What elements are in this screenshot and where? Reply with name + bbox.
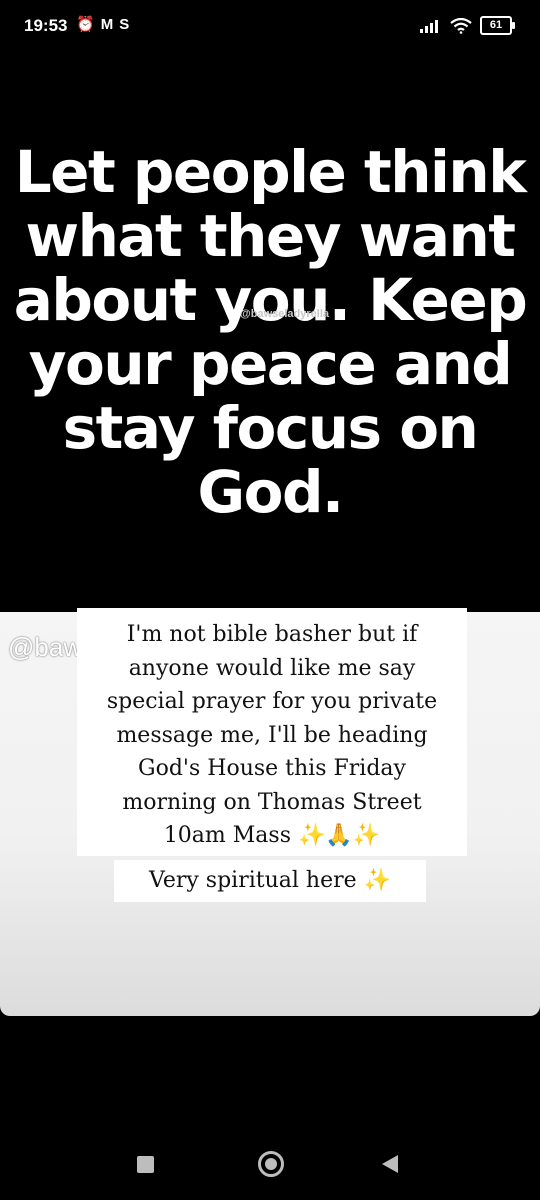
message-line: 10am Mass ✨🙏✨ — [163, 823, 381, 848]
message-line: message me, I'll be heading — [116, 722, 428, 748]
back-icon[interactable] — [382, 1155, 398, 1173]
message-line: special prayer for you private — [106, 689, 438, 714]
signal-icon — [420, 19, 438, 33]
notification-icons: ⏰ M S — [76, 15, 129, 35]
wifi-icon — [450, 17, 472, 34]
quote-line: stay focus on — [62, 394, 479, 462]
status-bar: 19:53 ⏰ M S 61 — [0, 0, 540, 52]
gmail-icon: M — [100, 16, 114, 33]
quote-text: Let people think what they want about yo… — [0, 140, 540, 524]
home-icon[interactable] — [258, 1151, 284, 1177]
message-line: morning on Thomas Street — [122, 789, 422, 815]
quote-image: Let people think what they want about yo… — [0, 60, 540, 612]
alarm-clock-icon: ⏰ — [76, 16, 95, 33]
recent-apps-icon[interactable] — [137, 1156, 154, 1173]
message-line: I'm not bible basher but if — [126, 622, 418, 647]
message-line: God's House this Friday — [138, 756, 406, 781]
quote-line: Let people think — [14, 138, 527, 206]
quote-line: what they want — [25, 202, 516, 270]
navigation-bar — [0, 1130, 540, 1200]
quote-line: God. — [197, 458, 344, 526]
s-app-icon: S — [119, 16, 130, 33]
subtext-box: Very spiritual here ✨ — [114, 860, 426, 902]
message-line: anyone would like me say — [128, 655, 416, 681]
story-watermark: @baw — [8, 632, 78, 662]
message-text: I'm not bible basher but if anyone would… — [77, 618, 467, 853]
system-icons: 61 — [420, 16, 515, 35]
subtext: Very spiritual here ✨ — [148, 868, 392, 893]
quote-line: your peace and — [28, 330, 513, 398]
quote-line: about you. Keep — [13, 266, 528, 334]
status-time: 19:53 — [24, 16, 68, 35]
battery-icon: 61 — [480, 16, 515, 35]
image-watermark: @bawseladyrella — [240, 308, 329, 320]
story-content: @baw I'm not bible basher but if anyone … — [0, 608, 540, 1016]
message-box: I'm not bible basher but if anyone would… — [77, 608, 467, 856]
